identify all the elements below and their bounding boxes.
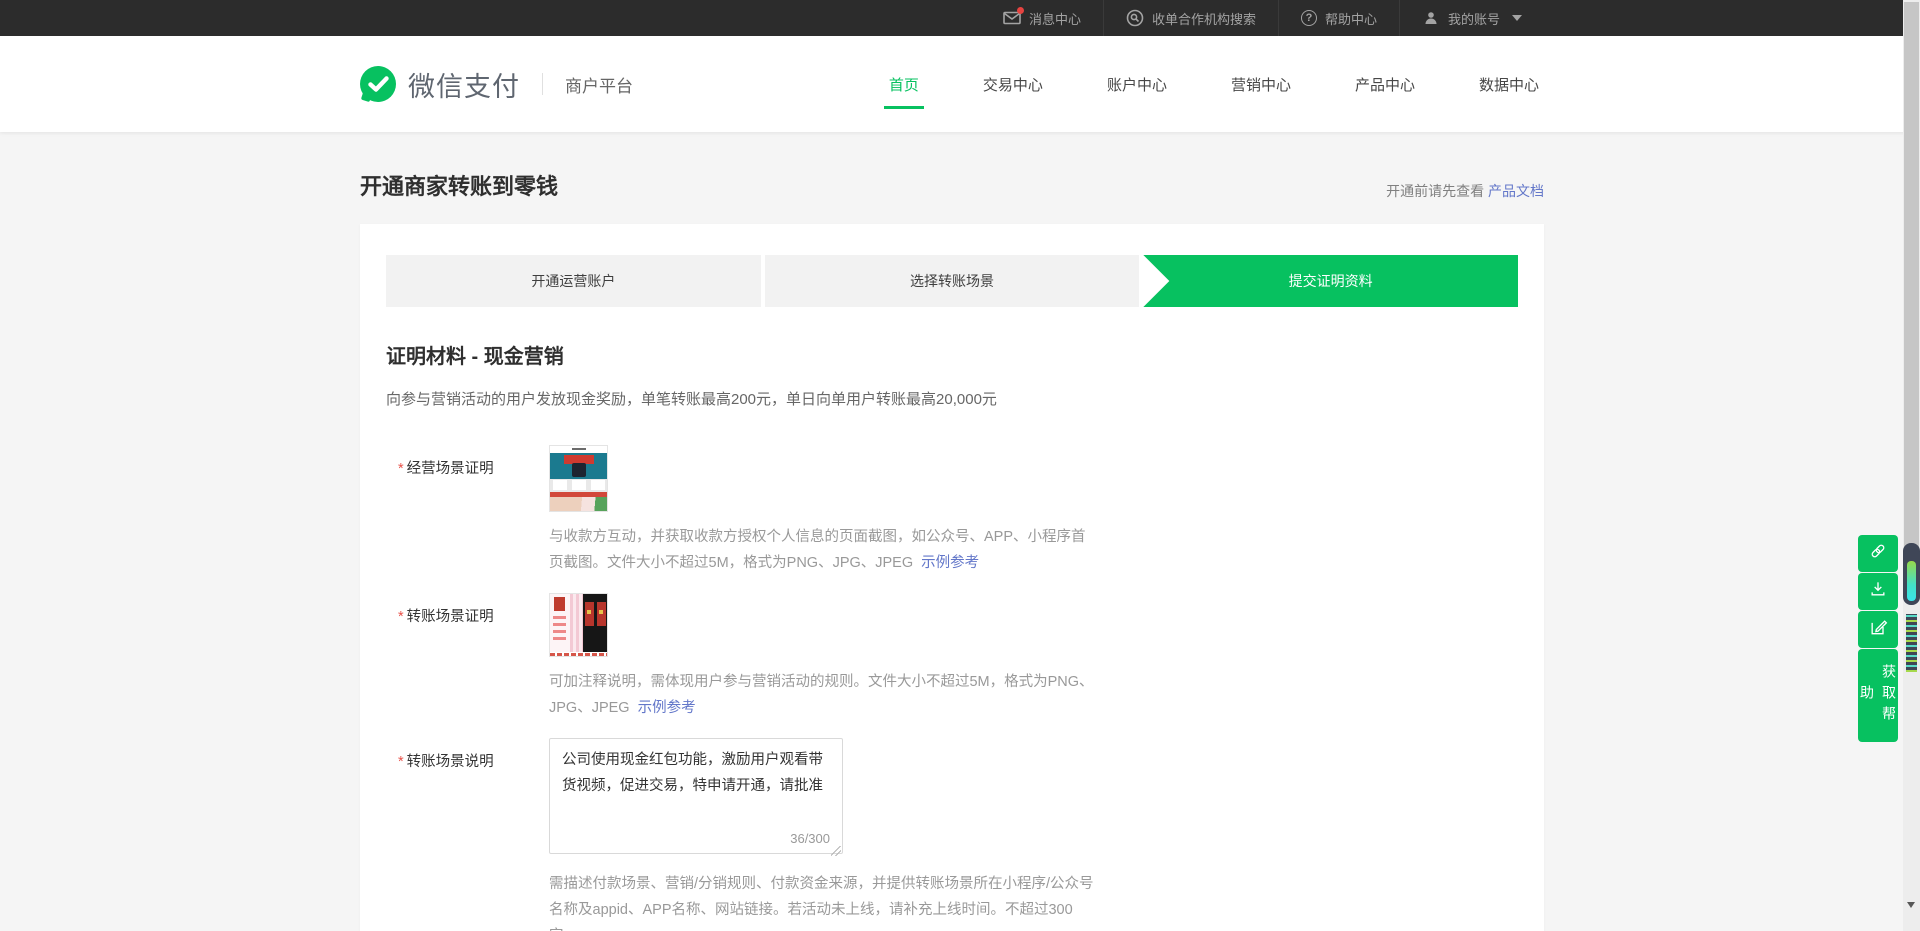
- step-select-transfer-scene[interactable]: 选择转账场景: [765, 255, 1140, 307]
- nav-item-data-center[interactable]: 数据中心: [1474, 74, 1544, 109]
- nav-item-marketing-center[interactable]: 营销中心: [1226, 74, 1296, 109]
- resize-handle[interactable]: [831, 846, 841, 856]
- help-icon: [1301, 10, 1317, 26]
- nav-item-home[interactable]: 首页: [884, 74, 924, 109]
- page-hint: 开通前请先查看 产品文档: [1386, 181, 1544, 201]
- platform-name: 商户平台: [565, 72, 633, 97]
- char-counter: 36/300: [790, 831, 830, 846]
- scrollbar[interactable]: [1903, 0, 1920, 931]
- nav-item-account-center[interactable]: 账户中心: [1102, 74, 1172, 109]
- field-label: *转账场景说明: [398, 738, 549, 931]
- transfer-scene-thumbnail[interactable]: [549, 593, 608, 657]
- topbar-item-label: 消息中心: [1029, 9, 1081, 28]
- thumbnail-part: [550, 594, 570, 652]
- thumbnail-part: [550, 446, 607, 453]
- field-description: 与收款方互动，并获取收款方授权个人信息的页面截图，如公众号、APP、小程序首页截…: [549, 524, 1094, 576]
- link-icon: [1868, 541, 1888, 566]
- required-mark: *: [398, 609, 404, 625]
- topbar-item-acquiring-search[interactable]: 收单合作机构搜索: [1103, 0, 1278, 36]
- required-mark: *: [398, 461, 404, 477]
- field-description: 可加注释说明，需体现用户参与营销活动的规则。文件大小不超过5M，格式为PNG、J…: [549, 669, 1094, 721]
- wechat-pay-check-icon: [360, 66, 396, 102]
- stepper: 开通运营账户 选择转账场景 提交证明资料: [386, 255, 1518, 307]
- nav-item-product-center[interactable]: 产品中心: [1350, 74, 1420, 109]
- topbar-item-messages[interactable]: 消息中心: [981, 0, 1103, 36]
- scroll-indicator-widget[interactable]: [1903, 543, 1920, 605]
- side-toolbar: 获取帮助: [1858, 535, 1898, 742]
- get-help-button[interactable]: 获取帮助: [1858, 649, 1898, 742]
- content-card: 开通运营账户 选择转账场景 提交证明资料 证明材料 - 现金营销 向参与营销活动…: [360, 224, 1544, 931]
- thumbnail-part: [583, 594, 608, 652]
- example-reference-link[interactable]: 示例参考: [638, 700, 696, 716]
- thumbnail-part: [550, 453, 607, 479]
- wechat-pay-logo[interactable]: 微信支付: [360, 65, 520, 104]
- section-title: 证明材料 - 现金营销: [386, 340, 1518, 369]
- field-business-scene-proof: *经营场景证明 与收款方互动，并获取收款方授权个人信息的页面截图，如公众号、AP…: [386, 445, 1518, 576]
- user-icon: [1422, 9, 1440, 27]
- scrollbar-down-arrow-icon[interactable]: [1907, 902, 1915, 908]
- scroll-map-widget[interactable]: [1903, 610, 1920, 676]
- nav-item-transactions[interactable]: 交易中心: [978, 74, 1048, 109]
- hint-text: 开通前请先查看: [1386, 183, 1484, 199]
- required-mark: *: [398, 754, 404, 770]
- section-description: 向参与营销活动的用户发放现金奖励，单笔转账最高200元，单日向单用户转账最高20…: [386, 388, 1518, 409]
- download-icon: [1868, 579, 1888, 604]
- business-scene-thumbnail[interactable]: [549, 445, 608, 512]
- field-transfer-scene-proof: *转账场景证明 可加注释说明，需体现用户参与营销活动的规则。文件大小不超过5M，…: [386, 593, 1518, 721]
- thumbnail-part: [570, 594, 583, 652]
- product-doc-link[interactable]: 产品文档: [1488, 183, 1544, 199]
- topbar-item-my-account[interactable]: 我的账号: [1399, 0, 1544, 36]
- topbar: 消息中心 收单合作机构搜索 帮助中心 我的账号: [0, 0, 1920, 36]
- caret-down-icon: [1512, 15, 1522, 21]
- field-transfer-scene-description: *转账场景说明 公司使用现金红包功能，激励用户观看带货视频，促进交易，特申请开通…: [386, 738, 1518, 931]
- topbar-item-help-center[interactable]: 帮助中心: [1278, 0, 1399, 36]
- search-icon: [1126, 9, 1144, 27]
- brand-divider: [542, 73, 543, 95]
- message-icon: [1003, 9, 1021, 27]
- unread-dot: [1017, 7, 1024, 14]
- topbar-item-label: 收单合作机构搜索: [1152, 9, 1256, 28]
- thumbnail-part: [550, 652, 607, 657]
- header: 微信支付 商户平台 首页 交易中心 账户中心 营销中心 产品中心 数据中心: [0, 36, 1920, 132]
- download-button[interactable]: [1858, 573, 1898, 610]
- topbar-item-label: 帮助中心: [1325, 9, 1377, 28]
- field-description: 需描述付款场景、营销/分销规则、付款资金来源，并提供转账场景所在小程序/公众号名…: [549, 871, 1094, 931]
- scrollbar-thumb[interactable]: [1904, 2, 1919, 548]
- page-title: 开通商家转账到零钱: [360, 169, 558, 201]
- example-reference-link[interactable]: 示例参考: [921, 555, 979, 571]
- brand-name: 微信支付: [408, 65, 520, 104]
- topbar-item-label: 我的账号: [1448, 9, 1500, 28]
- edit-icon: [1868, 617, 1888, 642]
- scroll-indicator-gradient: [1907, 561, 1916, 601]
- thumbnail-part: [550, 497, 607, 512]
- thumbnail-part: [550, 479, 607, 492]
- quick-link-button[interactable]: [1858, 535, 1898, 572]
- step-open-operation-account[interactable]: 开通运营账户: [386, 255, 761, 307]
- feedback-edit-button[interactable]: [1858, 611, 1898, 648]
- main-nav: 首页 交易中心 账户中心 营销中心 产品中心 数据中心: [830, 74, 1544, 109]
- step-submit-proof-material[interactable]: 提交证明资料: [1143, 255, 1518, 307]
- field-label: *经营场景证明: [398, 445, 549, 576]
- proof-form: *经营场景证明 与收款方互动，并获取收款方授权个人信息的页面截图，如公众号、AP…: [386, 445, 1518, 931]
- field-label: *转账场景证明: [398, 593, 549, 721]
